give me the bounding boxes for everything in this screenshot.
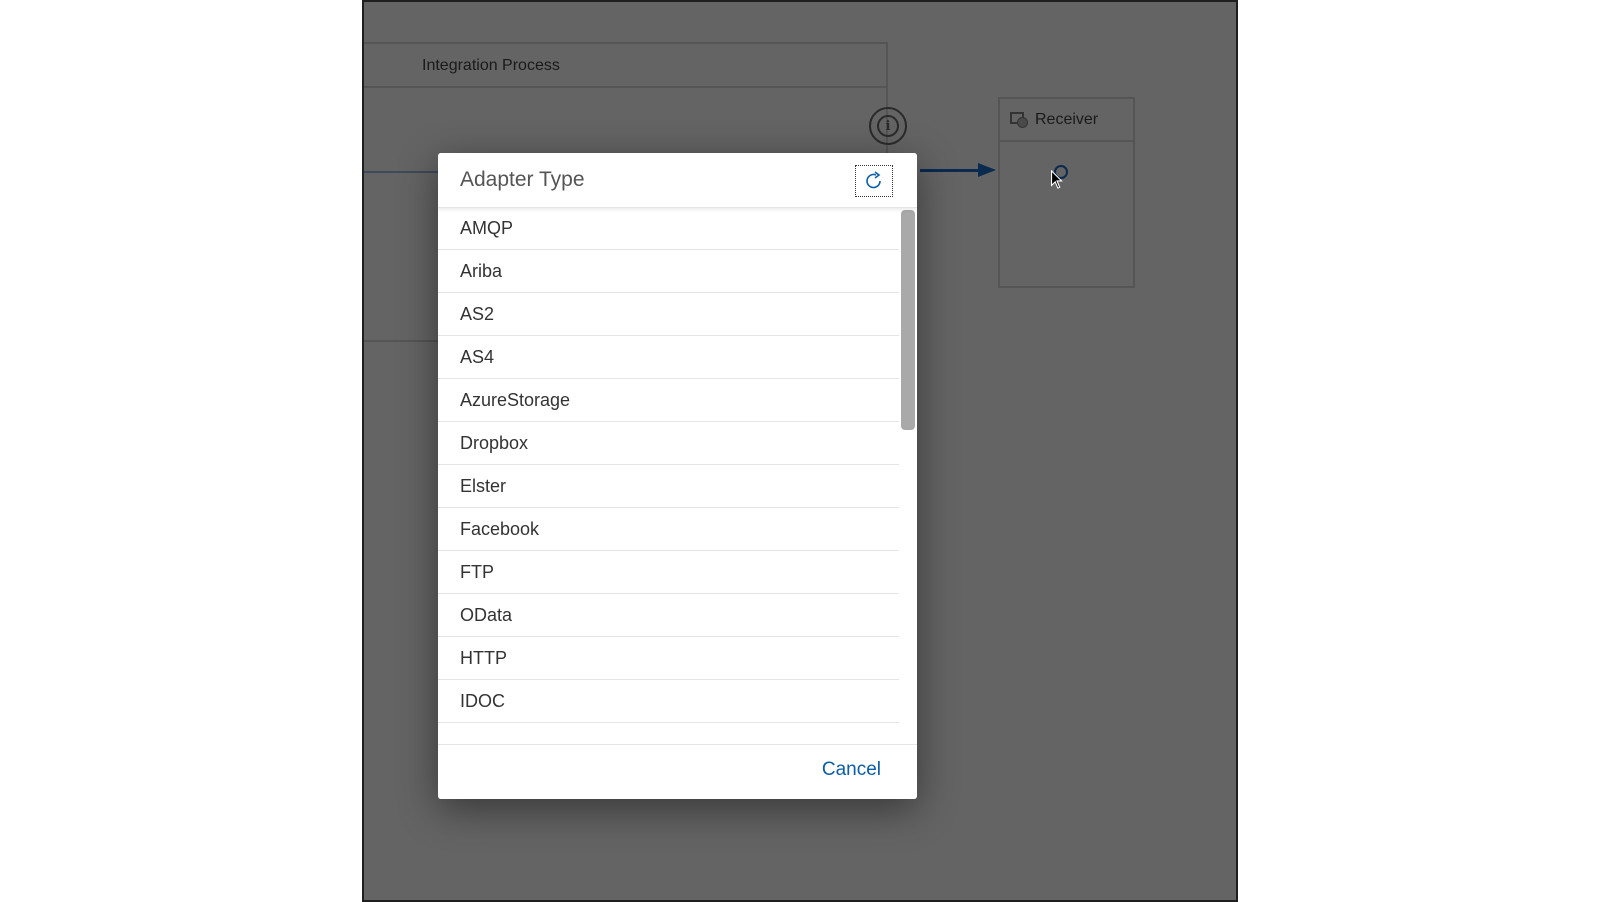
list-item-dropbox[interactable]: Dropbox: [438, 422, 899, 465]
info-icon[interactable]: i: [869, 107, 907, 145]
list-item-amqp[interactable]: AMQP: [438, 208, 899, 250]
scrollbar-thumb[interactable]: [901, 210, 915, 430]
connection-arrow-line: [920, 169, 982, 172]
list-item-as4[interactable]: AS4: [438, 336, 899, 379]
dialog-header: Adapter Type: [438, 153, 917, 208]
receiver-system-icon: [1010, 112, 1028, 128]
receiver-header: Receiver: [1000, 99, 1133, 142]
list-item-ariba[interactable]: Ariba: [438, 250, 899, 293]
dialog-title: Adapter Type: [460, 168, 585, 191]
list-item-http[interactable]: HTTP: [438, 637, 899, 680]
refresh-icon: [866, 171, 881, 189]
cancel-button[interactable]: Cancel: [822, 759, 881, 781]
adapter-type-dialog: Adapter Type AMQP Ariba AS2 AS4 AzureSto…: [438, 153, 917, 799]
connection-arrow-head: [978, 163, 996, 177]
list-item-ftp[interactable]: FTP: [438, 551, 899, 594]
list-item-idoc[interactable]: IDOC: [438, 680, 899, 723]
list-item-elster[interactable]: Elster: [438, 465, 899, 508]
adapter-type-list[interactable]: AMQP Ariba AS2 AS4 AzureStorage Dropbox …: [438, 208, 899, 744]
info-glyph: i: [877, 115, 899, 137]
receiver-participant[interactable]: Receiver: [998, 97, 1135, 288]
pool-title: Integration Process: [422, 57, 560, 74]
list-item-as2[interactable]: AS2: [438, 293, 899, 336]
message-flow-line: [364, 171, 442, 173]
dialog-footer: Cancel: [438, 744, 917, 799]
pool-header: Integration Process: [364, 44, 886, 88]
mouse-pointer-icon: [1051, 170, 1063, 189]
list-item-facebook[interactable]: Facebook: [438, 508, 899, 551]
list-item-azurestorage[interactable]: AzureStorage: [438, 379, 899, 422]
list-item-partial[interactable]: [438, 723, 899, 744]
list-scrollbar[interactable]: [901, 210, 915, 744]
refresh-button[interactable]: [855, 165, 893, 197]
receiver-label: Receiver: [1035, 111, 1099, 128]
list-item-odata[interactable]: OData: [438, 594, 899, 637]
